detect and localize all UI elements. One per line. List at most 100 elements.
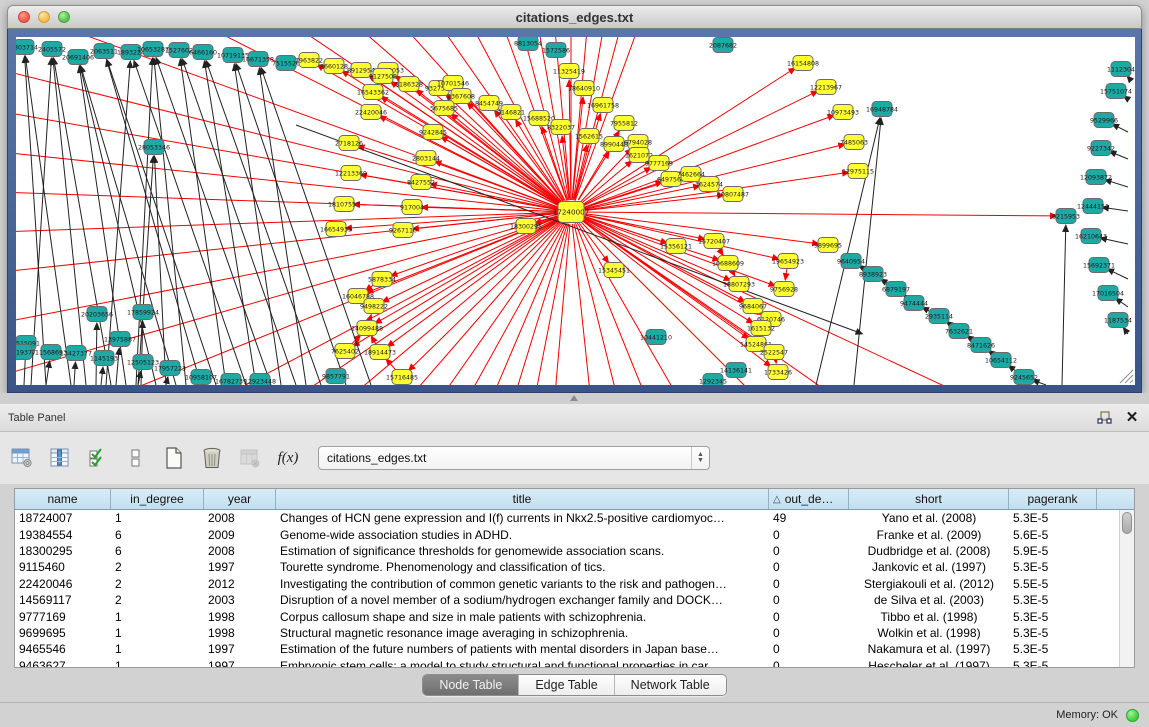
network-node[interactable]: 12923448 — [244, 374, 276, 386]
network-node[interactable]: 10441210 — [640, 330, 672, 345]
network-node[interactable]: 7485063 — [840, 135, 868, 150]
network-node[interactable]: 9498222 — [360, 299, 388, 314]
network-node[interactable]: 16961758 — [587, 98, 619, 113]
network-node[interactable]: 9267110 — [389, 223, 417, 238]
network-node[interactable]: 9146821 — [497, 105, 525, 120]
network-node[interactable]: 8813054 — [514, 37, 542, 51]
column-header-title[interactable]: title — [276, 489, 769, 509]
network-node[interactable]: 13427377 — [60, 346, 92, 361]
network-node[interactable]: 16654935 — [320, 222, 352, 237]
column-header-in_degree[interactable]: in_degree — [111, 489, 204, 509]
network-node[interactable]: 5675685 — [430, 101, 458, 116]
network-node[interactable]: 1562615 — [575, 129, 603, 144]
network-node[interactable]: 10807487 — [717, 187, 749, 202]
network-node[interactable]: 9245652 — [1010, 370, 1038, 385]
column-header-out_de[interactable]: △out_de… — [769, 489, 849, 509]
tab-network-table[interactable]: Network Table — [615, 675, 726, 695]
network-hub-node[interactable]: 17240007 — [553, 202, 590, 223]
column-header-short[interactable]: short — [849, 489, 1009, 509]
network-node[interactable]: 12213369 — [335, 166, 367, 181]
table-row[interactable]: 2242004622012Investigating the contribut… — [15, 576, 1134, 592]
table-row[interactable]: 911546021997Tourette syndrome. Phenomeno… — [15, 559, 1134, 575]
column-header-pagerank[interactable]: pagerank — [1009, 489, 1097, 509]
canvas-resize-grip[interactable] — [1120, 370, 1133, 383]
network-node[interactable]: 8322037 — [547, 120, 575, 135]
network-node[interactable]: 7632621 — [945, 324, 973, 339]
network-node[interactable]: 6879197 — [882, 282, 910, 297]
column-header-name[interactable]: name — [15, 489, 111, 509]
network-node[interactable]: 18640910 — [568, 81, 600, 96]
column-settings-button[interactable] — [6, 443, 38, 473]
network-node[interactable]: 9529966 — [1090, 113, 1118, 128]
network-node[interactable]: 8186328 — [395, 77, 423, 92]
network-node[interactable]: 10958107 — [185, 370, 217, 385]
network-node[interactable]: 15720407 — [698, 234, 730, 249]
network-node[interactable]: 12444151 — [1077, 199, 1109, 214]
network-node[interactable]: 16948784 — [866, 102, 898, 117]
network-node[interactable]: 7955812 — [610, 116, 638, 131]
network-node[interactable]: 2063511 — [90, 44, 118, 59]
network-node[interactable]: 16154808 — [787, 56, 819, 71]
network-node[interactable]: 12093872 — [1080, 170, 1112, 185]
network-node[interactable]: 1803714 — [16, 40, 38, 55]
table-row[interactable]: 1456911722003Disruption of a novel membe… — [15, 592, 1134, 608]
network-node[interactable]: 1733426 — [764, 365, 792, 380]
panel-splitter[interactable] — [0, 393, 1149, 404]
network-node[interactable]: 10973493 — [827, 105, 859, 120]
table-select-dropdown[interactable]: citations_edges.txt ▲▼ — [318, 446, 710, 470]
table-row[interactable]: 946362711997Embryonic stem cells: a mode… — [15, 658, 1134, 668]
table-row[interactable]: 977716911998Corpus callosum shape and si… — [15, 608, 1134, 624]
column-header-year[interactable]: year — [204, 489, 276, 509]
network-node[interactable]: 14099488 — [351, 321, 383, 336]
network-node[interactable]: 1615132 — [747, 321, 775, 336]
tab-edge-table[interactable]: Edge Table — [519, 675, 614, 695]
table-vertical-scrollbar[interactable] — [1119, 510, 1134, 667]
function-builder-button[interactable]: f(x) — [272, 443, 304, 473]
network-node[interactable]: 15716485 — [386, 370, 418, 385]
network-node[interactable]: 8938923 — [859, 267, 887, 282]
create-column-button[interactable] — [158, 443, 190, 473]
network-node[interactable]: 1292345 — [699, 374, 727, 386]
delete-table-button[interactable] — [234, 443, 266, 473]
network-node[interactable]: 8660128 — [320, 59, 348, 74]
network-node[interactable]: 7625402 — [331, 344, 359, 359]
close-panel-button[interactable]: ✕ — [1121, 409, 1143, 427]
network-node[interactable]: 15688520 — [523, 111, 555, 126]
network-node[interactable]: 9127508 — [369, 69, 397, 84]
network-node[interactable]: 17859924 — [127, 305, 159, 320]
network-node[interactable]: 2087682 — [709, 38, 737, 53]
network-node[interactable]: 14136141 — [720, 363, 752, 378]
network-node[interactable]: 917004 — [400, 200, 424, 215]
network-node[interactable]: 18914473 — [364, 345, 396, 360]
network-node[interactable]: 10654112 — [985, 353, 1017, 368]
network-node[interactable]: 8454749 — [475, 96, 503, 111]
network-node[interactable]: 9227342 — [1087, 141, 1115, 156]
table-row[interactable]: 946554611997Estimation of the future num… — [15, 641, 1134, 657]
tab-node-table[interactable]: Node Table — [423, 675, 519, 695]
network-node[interactable]: 2718126 — [335, 136, 363, 151]
network-window-titlebar[interactable]: citations_edges.txt — [7, 5, 1142, 29]
network-node[interactable]: 9899695 — [814, 238, 842, 253]
network-node[interactable]: 9857791 — [322, 369, 350, 384]
table-row[interactable]: 1872400712008Changes of HCN gene express… — [15, 510, 1134, 526]
network-node[interactable]: 3624574 — [695, 177, 723, 192]
network-node[interactable]: 9756928 — [770, 282, 798, 297]
network-node[interactable]: 15751074 — [1100, 84, 1132, 99]
network-node[interactable]: 2803144 — [412, 151, 440, 166]
network-node[interactable]: 8471626 — [967, 338, 995, 353]
network-node[interactable]: 12975115 — [842, 164, 874, 179]
network-node[interactable]: 17016504 — [1092, 286, 1124, 301]
network-node[interactable]: 7963822 — [295, 53, 323, 68]
delete-column-button[interactable] — [196, 443, 228, 473]
network-node[interactable]: 2522547 — [760, 345, 788, 360]
network-node[interactable]: 20203656 — [81, 307, 113, 322]
network-node[interactable]: 2935114 — [925, 309, 953, 324]
network-node[interactable]: 8427552 — [407, 175, 435, 190]
network-node[interactable]: 16210643 — [1075, 229, 1107, 244]
network-node[interactable]: 9640954 — [837, 254, 865, 269]
network-node[interactable]: 8215953 — [1052, 209, 1080, 224]
network-node[interactable]: 19654923 — [772, 254, 804, 269]
network-node[interactable]: 6466160 — [189, 45, 217, 60]
network-canvas[interactable]: 1803714240557220691406206351118932241065… — [16, 37, 1135, 385]
network-node[interactable]: 9684067 — [739, 299, 767, 314]
